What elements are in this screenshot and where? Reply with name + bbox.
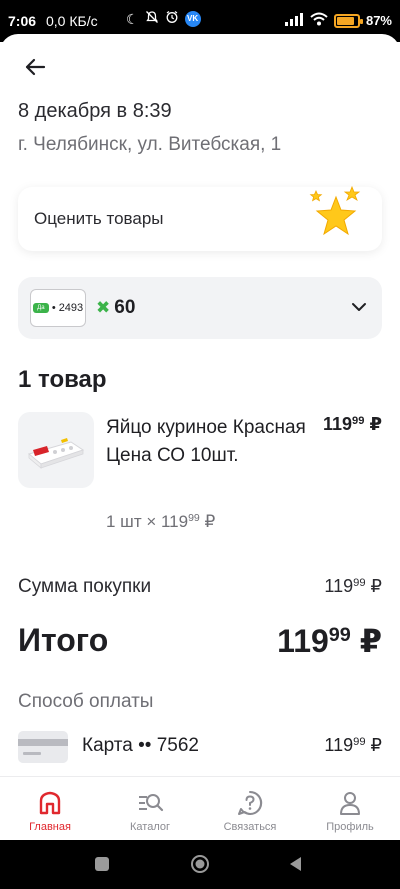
muted-bell-icon bbox=[145, 10, 159, 28]
nav-profile[interactable]: Профиль bbox=[300, 777, 400, 840]
status-icons: ☾ VK bbox=[126, 10, 201, 28]
product-qty-kop: 99 bbox=[188, 512, 200, 525]
product-price-currency: ₽ bbox=[369, 414, 382, 434]
payment-amount-currency: ₽ bbox=[370, 735, 382, 755]
loyalty-card-number: 2493 bbox=[58, 302, 84, 314]
nav-contact-label: Связаться bbox=[223, 821, 277, 833]
store-address: г. Челябинск, ул. Витебская, 1 bbox=[18, 134, 282, 155]
product-qty-currency: ₽ bbox=[204, 512, 216, 531]
payment-amount: 11999 ₽ bbox=[324, 735, 382, 756]
help-icon bbox=[238, 790, 263, 815]
stars-icon bbox=[309, 185, 361, 236]
items-count-title: 1 товар bbox=[18, 366, 107, 393]
total-label: Итого bbox=[18, 622, 109, 658]
rate-products-label: Оценить товары bbox=[34, 209, 164, 228]
total-currency: ₽ bbox=[359, 623, 382, 659]
chevron-down-icon bbox=[352, 303, 366, 311]
total-rub: 119 bbox=[277, 623, 329, 659]
catalog-search-icon bbox=[139, 794, 164, 812]
circle-icon bbox=[191, 855, 209, 873]
purchase-sum-rub: 119 bbox=[324, 576, 354, 596]
status-right: 87% bbox=[284, 12, 392, 29]
payment-amount-kop: 99 bbox=[353, 735, 366, 748]
order-date: 8 декабря в 8:39 bbox=[18, 100, 172, 122]
home-system-button[interactable] bbox=[190, 854, 210, 874]
bottom-navigation: Главная Каталог Связаться Профиль bbox=[0, 776, 400, 840]
payment-card-name: Карта •• 7562 bbox=[82, 735, 199, 756]
product-price-kop: 99 bbox=[352, 414, 365, 427]
product-image bbox=[18, 412, 94, 488]
product-quantity: 1 шт × 11999 ₽ bbox=[106, 512, 215, 532]
payment-method-title: Способ оплаты bbox=[18, 691, 154, 712]
nav-catalog-label: Каталог bbox=[130, 821, 170, 833]
product-qty-prefix: 1 шт × 119 bbox=[106, 512, 189, 531]
order-details-sheet: 8 декабря в 8:39 г. Челябинск, ул. Витеб… bbox=[0, 34, 400, 776]
system-navigation-bar bbox=[0, 840, 400, 889]
back-button[interactable] bbox=[18, 50, 52, 84]
loyalty-logo: Да bbox=[32, 303, 49, 313]
nav-profile-label: Профиль bbox=[326, 821, 374, 833]
payment-amount-rub: 119 bbox=[324, 735, 354, 755]
egg-carton-icon bbox=[27, 438, 85, 469]
product-price: 11999 ₽ bbox=[323, 414, 382, 435]
nav-home-label: Главная bbox=[29, 821, 71, 833]
bank-card-icon bbox=[18, 731, 68, 763]
total-value: 11999 ₽ bbox=[277, 622, 382, 660]
moon-icon: ☾ bbox=[126, 11, 139, 27]
rate-products-button[interactable]: Оценить товары bbox=[18, 185, 382, 251]
home-icon bbox=[39, 791, 61, 815]
vk-icon: VK bbox=[184, 11, 201, 27]
bonus-points-value: 60 bbox=[114, 297, 136, 318]
payment-method-row: Карта •• 7562 11999 ₽ bbox=[18, 731, 382, 765]
purchase-sum-label: Сумма покупки bbox=[18, 576, 152, 597]
square-icon bbox=[95, 857, 109, 871]
purchase-sum-kop: 99 bbox=[353, 576, 366, 589]
total-kop: 99 bbox=[328, 624, 351, 647]
arrow-left-icon bbox=[25, 58, 46, 76]
loyalty-card-dot: • bbox=[51, 302, 56, 314]
bonus-cross-icon: ✖ bbox=[96, 298, 111, 317]
signal-icon bbox=[284, 12, 304, 29]
profile-icon bbox=[340, 792, 360, 815]
battery-icon bbox=[333, 13, 363, 28]
recent-apps-button[interactable] bbox=[92, 854, 112, 874]
nav-catalog[interactable]: Каталог bbox=[100, 777, 200, 840]
status-network-speed: 0,0 КБ/с bbox=[46, 13, 98, 29]
nav-home[interactable]: Главная bbox=[0, 777, 100, 840]
purchase-sum-value: 11999 ₽ bbox=[324, 576, 382, 597]
bonus-card-row[interactable]: Да • 2493 ✖ 60 bbox=[18, 277, 382, 339]
product-name: Яйцо куриное Красная Цена СО 10шт. bbox=[106, 417, 306, 466]
back-system-button[interactable] bbox=[286, 854, 306, 874]
purchase-sum-currency: ₽ bbox=[370, 576, 382, 596]
product-price-rub: 119 bbox=[322, 414, 353, 434]
status-time: 7:06 bbox=[8, 13, 37, 29]
nav-contact[interactable]: Связаться bbox=[200, 777, 300, 840]
bonus-points: ✖ 60 bbox=[96, 297, 135, 319]
triangle-back-icon bbox=[290, 857, 301, 871]
wifi-icon bbox=[310, 12, 328, 29]
battery-percent: 87% bbox=[365, 13, 392, 28]
loyalty-card-thumbnail: Да • 2493 bbox=[30, 289, 86, 327]
alarm-icon bbox=[165, 10, 179, 28]
